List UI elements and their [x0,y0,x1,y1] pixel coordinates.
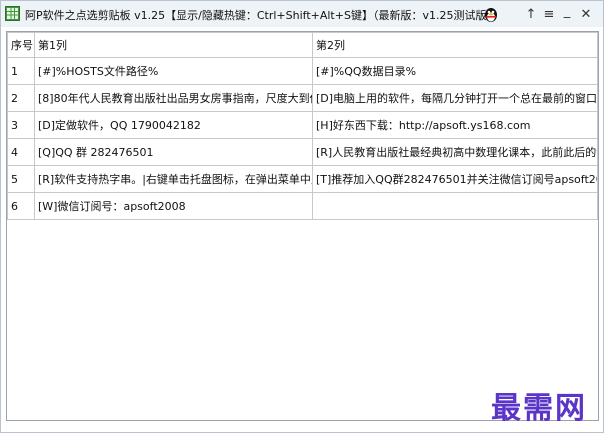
close-button[interactable]: ✕ [577,5,595,23]
site-watermark: 最需网 [491,391,587,426]
row-index: 6 [7,192,35,220]
table-cell[interactable]: [T]推荐加入QQ群282476501并关注微信订阅号apsoft2008 [312,165,598,193]
row-index: 4 [7,138,35,166]
table-cell[interactable]: [H]好东西下载：http://apsoft.ys168.com [312,111,598,139]
row-index: 1 [7,57,35,85]
table-cell[interactable]: [#]%HOSTS文件路径% [34,57,313,85]
clipboard-table[interactable]: 序号 第1列 第2列 1 [#]%HOSTS文件路径% [#]%QQ数据目录% … [6,31,599,421]
app-window: 阿P软件之点选剪贴板 v1.25【显示/隐藏热键：Ctrl+Shift+Alt+… [0,0,604,433]
row-index: 5 [7,165,35,193]
table-row[interactable]: 2 [8]80年代人民教育出版社出品男女房事指南，尺度大到你目 [D]电脑上用的… [7,84,598,112]
table-cell[interactable]: [D]定做软件，QQ 1790042182 [34,111,313,139]
title-bar[interactable]: 阿P软件之点选剪贴板 v1.25【显示/隐藏热键：Ctrl+Shift+Alt+… [1,1,603,27]
table-cell[interactable]: [#]%QQ数据目录% [312,57,598,85]
column-header-2[interactable]: 第2列 [312,32,598,58]
column-header-index[interactable]: 序号 [7,32,35,58]
table-cell[interactable]: [D]电脑上用的软件，每隔几分钟打开一个总在最前的窗口提 [312,84,598,112]
row-index: 2 [7,84,35,112]
menu-button[interactable]: ≡ [540,5,558,23]
table-cell[interactable]: [Q]QQ 群 282476501 [34,138,313,166]
table-row[interactable]: 5 [R]软件支持热字串。|右键单击托盘图标，在弹出菜单中点选 [T]推荐加入Q… [7,165,598,193]
table-row[interactable]: 3 [D]定做软件，QQ 1790042182 [H]好东西下载：http://… [7,111,598,139]
table-cell[interactable]: [W]微信订阅号：apsoft2008 [34,192,313,220]
table-cell[interactable]: [R]软件支持热字串。|右键单击托盘图标，在弹出菜单中点选 [34,165,313,193]
table-row[interactable]: 1 [#]%HOSTS文件路径% [#]%QQ数据目录% [7,57,598,85]
table-row[interactable]: 6 [W]微信订阅号：apsoft2008 [7,192,598,220]
table-cell[interactable]: [8]80年代人民教育出版社出品男女房事指南，尺度大到你目 [34,84,313,112]
minimize-button[interactable]: _ [558,2,576,20]
window-title: 阿P软件之点选剪贴板 v1.25【显示/隐藏热键：Ctrl+Shift+Alt+… [25,9,498,22]
table-row[interactable]: 4 [Q]QQ 群 282476501 [R]人民教育出版社最经典初高中数理化课… [7,138,598,166]
table-app-icon [5,6,20,21]
column-header-1[interactable]: 第1列 [34,32,313,58]
pin-top-button[interactable]: ↑ [522,5,540,23]
row-index: 3 [7,111,35,139]
table-cell[interactable] [312,192,598,220]
table-header-row: 序号 第1列 第2列 [7,32,598,58]
qq-penguin-icon[interactable] [482,5,500,23]
table-cell[interactable]: [R]人民教育出版社最经典初高中数理化课本，此前此后的课 [312,138,598,166]
